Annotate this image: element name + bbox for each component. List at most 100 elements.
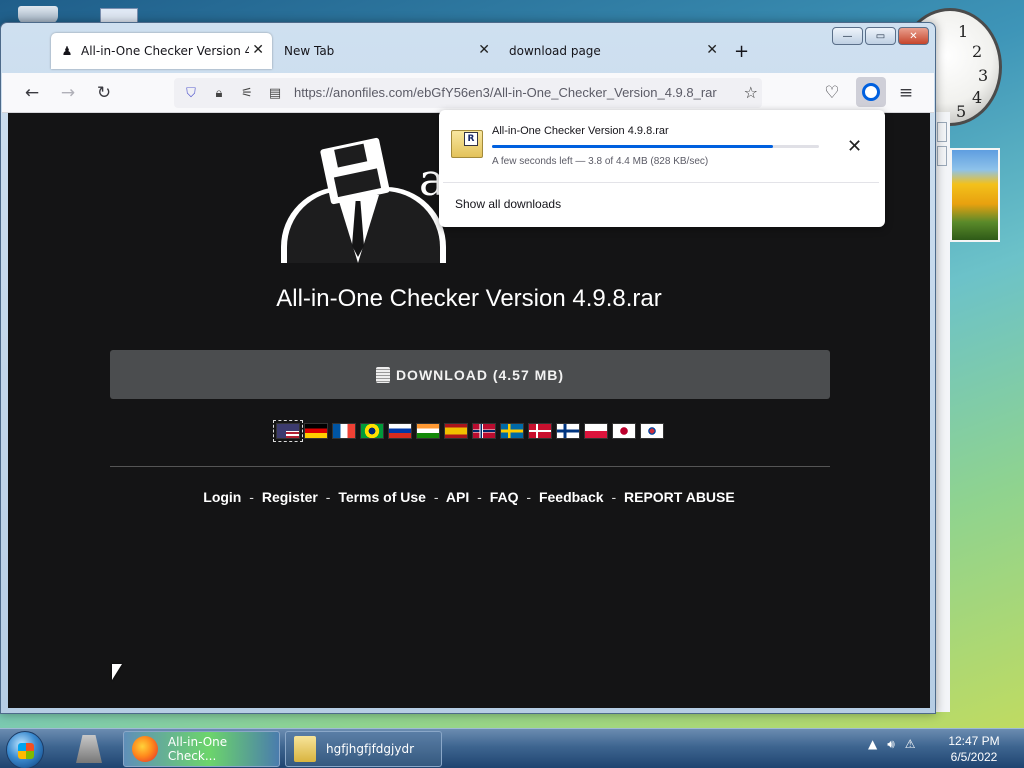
flag-fr-icon[interactable] bbox=[332, 423, 356, 439]
clock-numeral: 2 bbox=[972, 42, 983, 61]
footer-separator: - bbox=[249, 489, 254, 505]
footer-separator: - bbox=[611, 489, 617, 505]
tab-label: download page bbox=[509, 44, 601, 58]
flag-se-icon[interactable] bbox=[500, 423, 524, 439]
background-window-edge bbox=[934, 112, 950, 712]
panel-divider bbox=[443, 182, 879, 183]
taskbar: All-in-One Check... hgfjhgfjfdgjydr ▲ 🔊︎… bbox=[0, 728, 1024, 768]
tab-label: New Tab bbox=[284, 44, 335, 58]
tab-label: All-in-One Checker Version 4.9.8.rar bbox=[81, 44, 249, 58]
footer-separator: - bbox=[433, 489, 439, 505]
taskbar-item-label: All-in-One Check... bbox=[167, 735, 228, 763]
floppy-shutter bbox=[334, 143, 368, 168]
download-button-label: DOWNLOAD (4.57 MB) bbox=[395, 366, 565, 383]
flag-br-icon[interactable] bbox=[360, 423, 384, 439]
download-status: A few seconds left — 3.8 of 4.4 MB (828 … bbox=[492, 156, 709, 167]
slideshow-gadget[interactable] bbox=[950, 148, 1000, 242]
close-tab-icon[interactable]: ✕ bbox=[252, 42, 264, 58]
firefox-icon bbox=[132, 736, 158, 762]
login-link[interactable]: Login bbox=[203, 489, 241, 505]
new-tab-plus-icon[interactable]: + bbox=[734, 33, 754, 69]
language-selector bbox=[273, 420, 664, 442]
hamburger-menu-icon[interactable]: ≡ bbox=[894, 81, 918, 105]
start-button[interactable] bbox=[6, 731, 44, 768]
footer-separator: - bbox=[477, 489, 482, 505]
forward-arrow-icon[interactable]: → bbox=[56, 81, 80, 105]
tab-new-tab[interactable]: New Tab ✕ bbox=[276, 33, 498, 69]
footer-links: Login - Register - Terms of Use - API - … bbox=[8, 489, 930, 505]
rar-archive-icon: R bbox=[451, 130, 483, 158]
taskbar-item-folder[interactable]: hgfjhgfjfdgjydr bbox=[285, 731, 442, 767]
api-link[interactable]: API bbox=[446, 489, 469, 505]
background-window-control bbox=[937, 146, 947, 166]
flag-us-icon[interactable] bbox=[273, 420, 303, 442]
taskbar-item-label: hgfjhgfjfdgjydr bbox=[326, 742, 415, 756]
divider bbox=[110, 466, 830, 467]
system-tray: ▲ 🔊︎ ⚠ bbox=[868, 737, 916, 752]
flag-jp-icon[interactable] bbox=[612, 423, 636, 439]
bookmark-star-icon[interactable]: ☆ bbox=[744, 83, 758, 102]
tab-anonfiles[interactable]: ♟ All-in-One Checker Version 4.9.8.rar ✕ bbox=[51, 33, 272, 69]
clock-numeral: 3 bbox=[978, 66, 989, 85]
tab-strip: ♟ All-in-One Checker Version 4.9.8.rar ✕… bbox=[6, 31, 930, 69]
flag-no-icon[interactable] bbox=[472, 423, 496, 439]
cancel-download-icon[interactable]: ✕ bbox=[847, 136, 862, 157]
taskbar-clock[interactable]: 12:47 PM 6/5/2022 bbox=[948, 733, 1000, 765]
report-abuse-link[interactable]: REPORT ABUSE bbox=[624, 489, 735, 505]
download-file-name[interactable]: All-in-One Checker Version 4.9.8.rar bbox=[492, 125, 669, 137]
downloads-button[interactable] bbox=[856, 77, 886, 107]
url-text[interactable]: https://anonfiles.com/ebGfY56en3/All-in-… bbox=[294, 85, 730, 100]
background-window-control bbox=[937, 122, 947, 142]
footer-separator: - bbox=[325, 489, 331, 505]
volume-icon[interactable]: 🔊︎ bbox=[887, 737, 895, 752]
flag-kr-icon[interactable] bbox=[640, 423, 664, 439]
register-link[interactable]: Register bbox=[262, 489, 318, 505]
file-title: All-in-One Checker Version 4.9.8.rar bbox=[276, 285, 662, 312]
reload-icon[interactable]: ↻ bbox=[92, 81, 116, 105]
folder-icon bbox=[294, 736, 316, 762]
terms-link[interactable]: Terms of Use bbox=[338, 489, 426, 505]
faq-link[interactable]: FAQ bbox=[490, 489, 519, 505]
show-all-downloads-button[interactable]: Show all downloads bbox=[455, 197, 561, 211]
permissions-icon[interactable]: ⚟ bbox=[238, 84, 256, 102]
taskbar-item-firefox[interactable]: All-in-One Check... bbox=[123, 731, 280, 767]
download-progress-icon bbox=[862, 83, 880, 101]
flag-fi-icon[interactable] bbox=[556, 423, 580, 439]
clock-date: 6/5/2022 bbox=[950, 750, 998, 764]
navigation-toolbar: ← → ↻ ⛉ 🔒︎ ⚟ ▤ https://anonfiles.com/ebG… bbox=[2, 73, 934, 113]
flag-es-icon[interactable] bbox=[444, 423, 468, 439]
footer-separator: - bbox=[526, 489, 532, 505]
archive-icon bbox=[375, 366, 390, 383]
download-progress-bar bbox=[492, 145, 819, 148]
flag-pl-icon[interactable] bbox=[584, 423, 608, 439]
clock-numeral: 4 bbox=[972, 88, 983, 107]
pocket-icon[interactable]: ♡ bbox=[820, 81, 844, 105]
close-tab-icon[interactable]: ✕ bbox=[706, 42, 718, 58]
lock-icon[interactable]: 🔒︎ bbox=[210, 84, 228, 102]
quick-launch-icon[interactable] bbox=[76, 735, 102, 763]
mouse-cursor bbox=[112, 664, 122, 680]
clock-numeral: 5 bbox=[956, 102, 967, 121]
back-arrow-icon[interactable]: ← bbox=[20, 81, 44, 105]
tab-download-page[interactable]: download page ✕ bbox=[501, 33, 726, 69]
feedback-link[interactable]: Feedback bbox=[539, 489, 604, 505]
reader-view-icon[interactable]: ▤ bbox=[266, 84, 284, 102]
floppy-label bbox=[333, 168, 382, 198]
flag-dk-icon[interactable] bbox=[528, 423, 552, 439]
rar-badge-icon: R bbox=[464, 132, 478, 146]
flag-ru-icon[interactable] bbox=[388, 423, 412, 439]
clock-numeral: 1 bbox=[958, 22, 969, 41]
downloads-panel: R All-in-One Checker Version 4.9.8.rar A… bbox=[439, 110, 885, 227]
url-bar[interactable]: ⛉ 🔒︎ ⚟ ▤ https://anonfiles.com/ebGfY56en… bbox=[174, 78, 762, 108]
tracking-shield-icon[interactable]: ⛉ bbox=[182, 84, 200, 102]
clock-time: 12:47 PM bbox=[948, 734, 1000, 748]
show-hidden-icons-icon[interactable]: ▲ bbox=[868, 737, 877, 752]
download-progress-fill bbox=[492, 145, 774, 148]
flag-in-icon[interactable] bbox=[416, 423, 440, 439]
windows-logo-icon bbox=[18, 743, 34, 759]
flag-de-icon[interactable] bbox=[304, 423, 328, 439]
download-button[interactable]: DOWNLOAD (4.57 MB) bbox=[110, 350, 830, 399]
close-tab-icon[interactable]: ✕ bbox=[478, 42, 490, 58]
network-icon[interactable]: ⚠ bbox=[905, 737, 916, 752]
anonymous-logo-icon: ♟ bbox=[61, 44, 73, 58]
